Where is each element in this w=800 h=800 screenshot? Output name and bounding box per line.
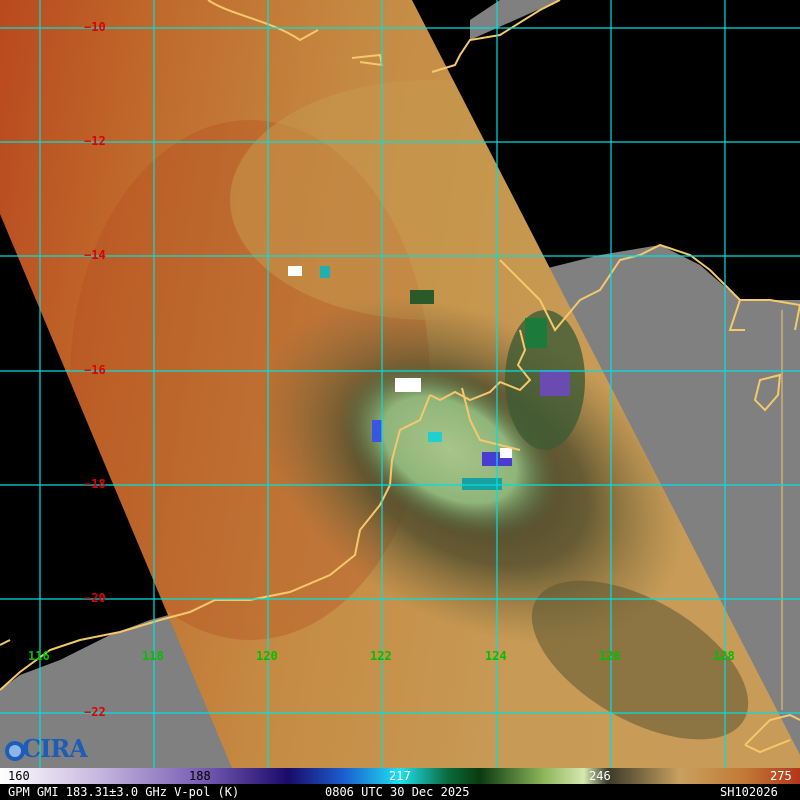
microwave-map [0, 0, 800, 768]
satellite-image-viewer: −10 −12 −14 −16 −18 −20 −22 116 118 120 … [0, 0, 800, 800]
storm-id-label: SH102026 [720, 785, 778, 799]
lat-label: −14 [84, 248, 106, 262]
lon-label: 122 [370, 649, 392, 663]
lon-label: 124 [485, 649, 507, 663]
lat-label: −10 [84, 20, 106, 34]
colorbar-tick: 217 [389, 769, 411, 783]
cira-logo-text: CIRA [22, 734, 88, 763]
lat-label: −16 [84, 363, 106, 377]
colorbar-tick: 160 [8, 769, 30, 783]
product-footer: GPM GMI 183.31±3.0 GHz V-pol (K) 0806 UT… [0, 784, 800, 800]
lon-label: 120 [256, 649, 278, 663]
lon-label: 118 [142, 649, 164, 663]
lon-label: 116 [28, 649, 50, 663]
lat-label: −18 [84, 477, 106, 491]
lat-label: −22 [84, 705, 106, 719]
sensor-label: GPM GMI 183.31±3.0 GHz V-pol (K) [8, 785, 240, 799]
colorbar-tick: 275 [770, 769, 792, 783]
lat-label: −12 [84, 134, 106, 148]
lon-label: 128 [713, 649, 735, 663]
colorbar-tick: 246 [589, 769, 611, 783]
lat-label: −20 [84, 591, 106, 605]
time-label: 0806 UTC 30 Dec 2025 [325, 785, 470, 799]
lon-label: 126 [599, 649, 621, 663]
colorbar-tick: 188 [189, 769, 211, 783]
